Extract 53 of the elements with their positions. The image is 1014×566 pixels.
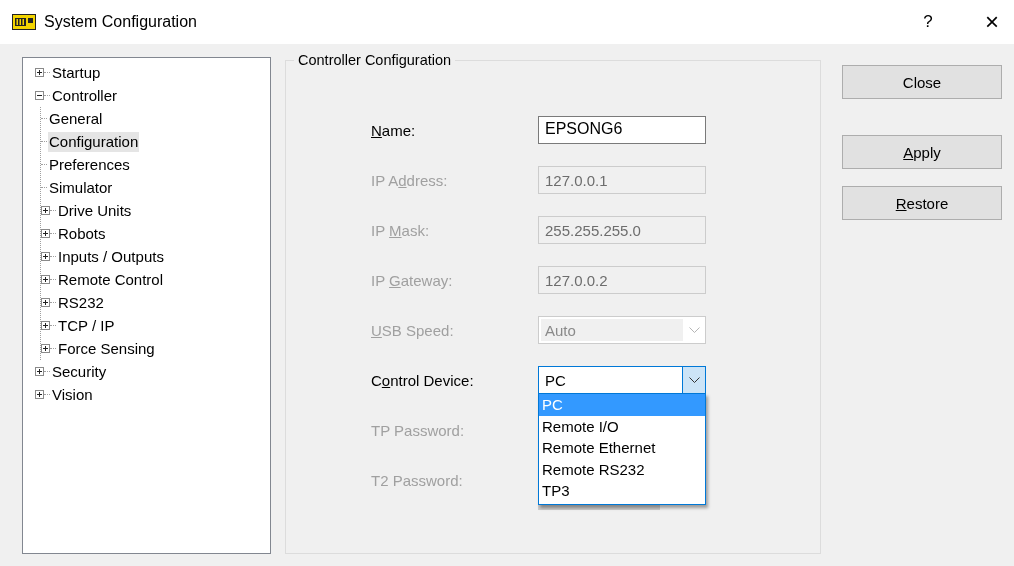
field-label: T2 Password:: [371, 471, 464, 489]
field-label: TP Password:: [371, 421, 466, 439]
expand-icon[interactable]: [41, 275, 50, 284]
tree-item[interactable]: Force Sensing: [57, 338, 156, 359]
expand-icon[interactable]: [41, 298, 50, 307]
tree-item[interactable]: Simulator: [48, 177, 114, 198]
tree-item[interactable]: Configuration: [48, 131, 140, 152]
expand-icon[interactable]: [41, 252, 50, 261]
chevron-down-icon: [688, 376, 700, 384]
expand-icon[interactable]: [35, 367, 44, 376]
tree-item[interactable]: Preferences: [48, 154, 131, 175]
close-button[interactable]: ×: [972, 6, 1012, 38]
expand-icon[interactable]: [41, 206, 50, 215]
field-label: Control Device:: [371, 371, 475, 389]
help-button[interactable]: ?: [908, 6, 948, 38]
expand-icon[interactable]: [41, 321, 50, 330]
tree-item[interactable]: Remote Control: [57, 269, 165, 290]
expand-icon[interactable]: [35, 390, 44, 399]
dropdown-option[interactable]: TP3: [539, 480, 705, 502]
tree-item[interactable]: Drive Units: [57, 200, 133, 221]
chevron-down-icon: [688, 326, 700, 334]
collapse-icon[interactable]: [35, 91, 44, 100]
dialog-button[interactable]: Apply: [842, 135, 1002, 169]
field-label: IP Mask:: [371, 221, 431, 239]
expand-icon[interactable]: [35, 68, 44, 77]
tree-item[interactable]: TCP / IP: [57, 315, 116, 336]
field-label: IP Gateway:: [371, 271, 454, 289]
dialog-button[interactable]: Close: [842, 65, 1002, 99]
field-label: IP Address:: [371, 171, 449, 189]
input-field: 127.0.0.1: [538, 166, 706, 194]
tree-item[interactable]: Robots: [57, 223, 107, 244]
tree-item[interactable]: General: [48, 108, 104, 129]
tree-item[interactable]: Startup: [51, 62, 102, 83]
field-label: USB Speed:: [371, 321, 455, 339]
tree-item[interactable]: Security: [51, 361, 108, 382]
expand-icon[interactable]: [41, 229, 50, 238]
dropdown-option[interactable]: Remote I/O: [539, 415, 705, 437]
input-field: 255.255.255.0: [538, 216, 706, 244]
input-field: 127.0.0.2: [538, 266, 706, 294]
tree-item[interactable]: RS232: [57, 292, 105, 313]
tree-item[interactable]: Vision: [51, 384, 94, 405]
expand-icon[interactable]: [41, 344, 50, 353]
group-title: Controller Configuration: [294, 52, 456, 68]
dropdown-option[interactable]: Remote RS232: [539, 458, 705, 480]
input-field[interactable]: EPSONG6: [538, 116, 706, 144]
app-icon: [12, 14, 36, 30]
window-title: System Configuration: [44, 13, 197, 31]
dropdown-option[interactable]: Remote Ethernet: [539, 437, 705, 459]
tree-item[interactable]: Inputs / Outputs: [57, 246, 165, 267]
field-label: Name:: [371, 121, 417, 139]
dialog-button[interactable]: Restore: [842, 186, 1002, 220]
tree-item[interactable]: Controller: [51, 85, 119, 106]
dropdown[interactable]: PC: [538, 366, 706, 394]
